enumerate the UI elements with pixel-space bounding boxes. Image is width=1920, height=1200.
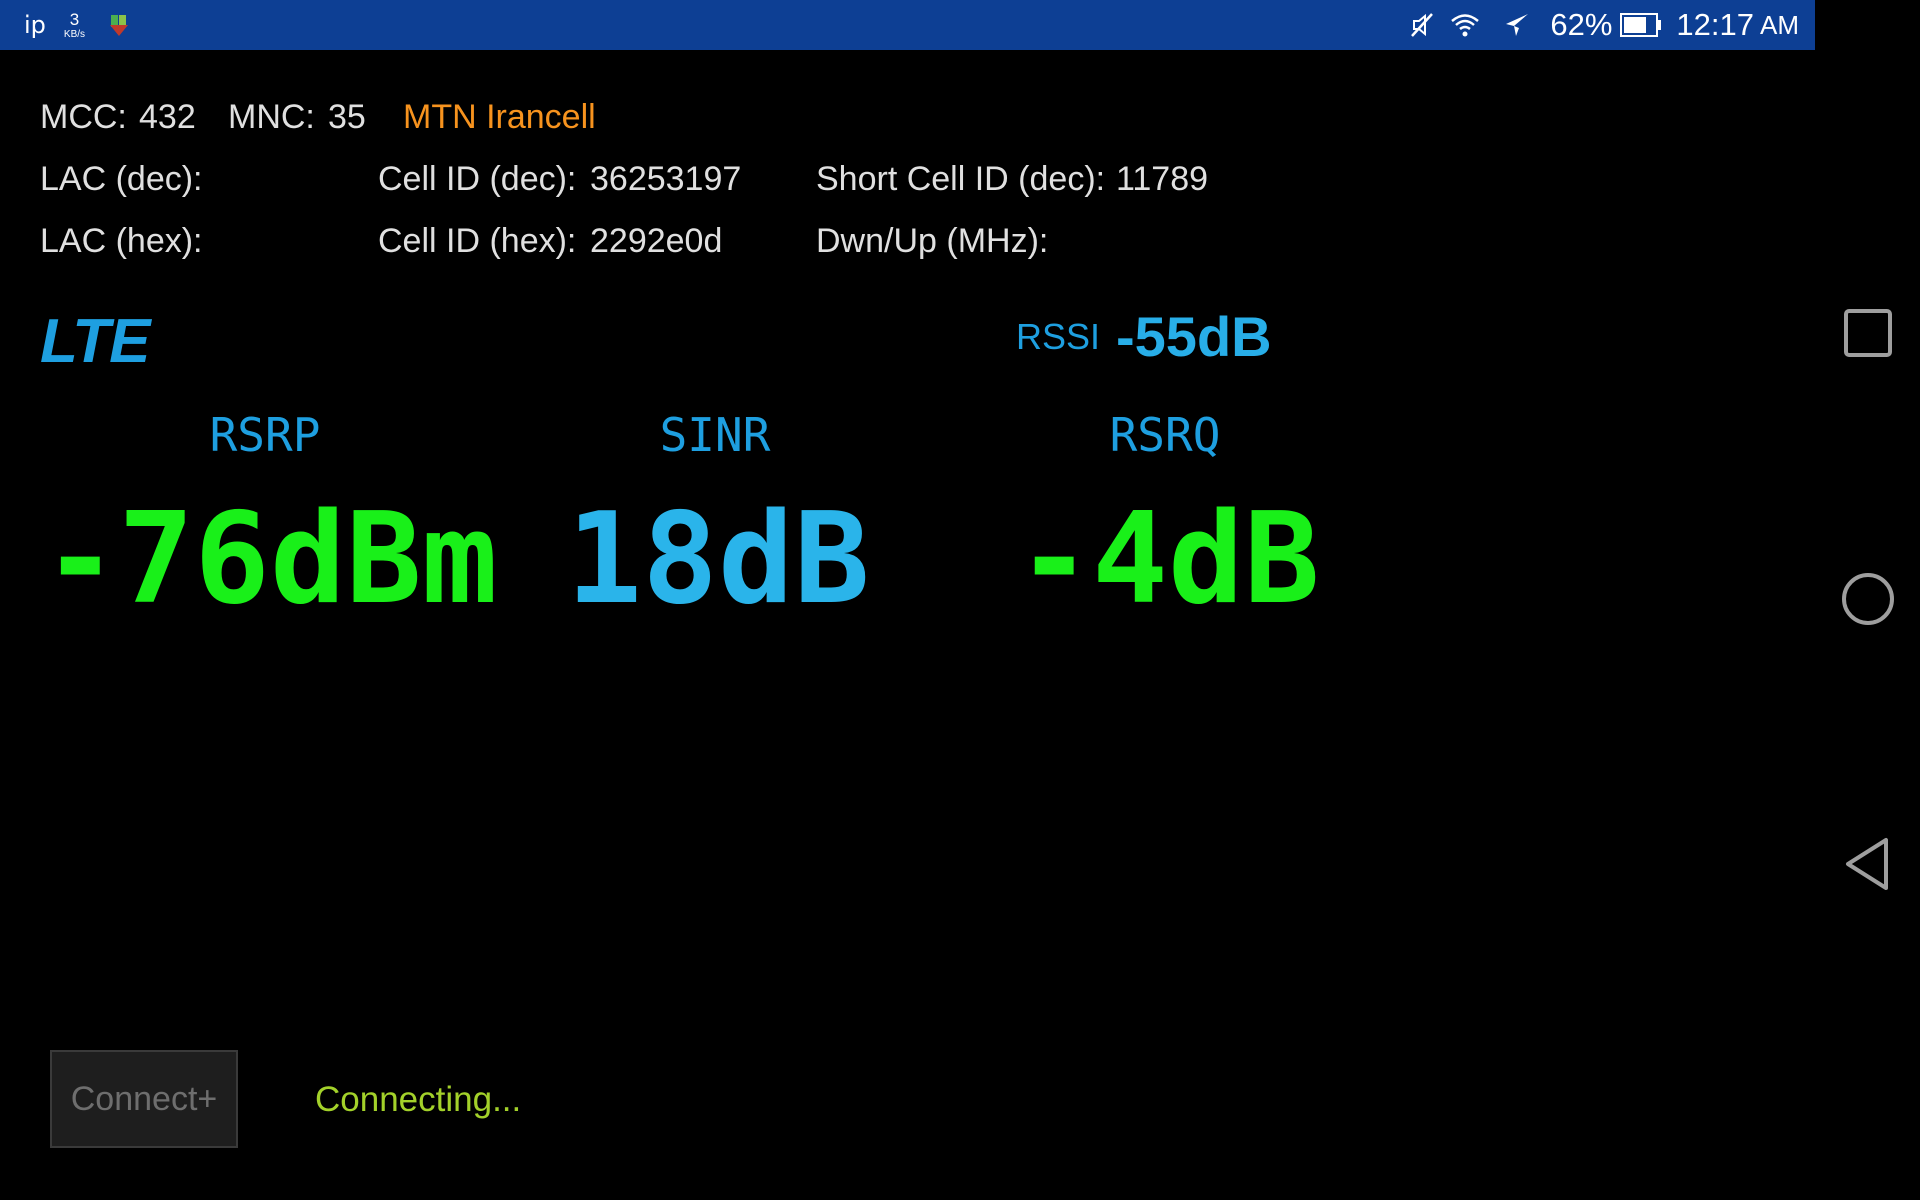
- battery-icon: [1620, 13, 1662, 37]
- operator-name: MTN Irancell: [403, 98, 596, 136]
- wifi-icon: [1451, 14, 1480, 37]
- mnc-value: 35: [328, 98, 366, 136]
- home-icon: [1842, 573, 1894, 625]
- rsrp-value: -76dBm: [42, 485, 498, 632]
- rssi-label: RSSI: [1016, 316, 1101, 357]
- rsrq-value: -4dB: [1016, 485, 1320, 632]
- technology-label: LTE: [40, 307, 150, 376]
- clock-ampm: AM: [1760, 9, 1799, 40]
- rsrp-label: RSRP: [209, 408, 321, 462]
- recents-icon: [1844, 309, 1892, 357]
- back-icon: [1846, 838, 1888, 890]
- lac-dec-label: LAC (dec):: [40, 160, 203, 198]
- status-bar-right: 62% 12:17 AM: [1396, 0, 1799, 50]
- mnc-label: MNC:: [228, 98, 315, 136]
- battery-percent: 62%: [1550, 7, 1613, 42]
- cellid-dec-value: 36253197: [590, 160, 742, 198]
- connection-status: Connecting...: [315, 1080, 522, 1119]
- cellid-hex-value: 2292e0d: [590, 222, 723, 260]
- back-button[interactable]: [1833, 829, 1903, 899]
- rsrq-label: RSRQ: [1109, 408, 1221, 462]
- cellid-dec-label: Cell ID (dec):: [378, 160, 577, 198]
- status-bar-left: ip 3 KB/s: [24, 0, 133, 50]
- cellid-hex-label: Cell ID (hex):: [378, 222, 577, 260]
- network-speed-unit: KB/s: [63, 28, 86, 40]
- ip-indicator: ip: [24, 11, 46, 39]
- navigation-bar: [1815, 0, 1920, 1200]
- rssi-value: -55dB: [1116, 305, 1272, 368]
- network-speed-value: 3: [69, 9, 80, 29]
- mcc-label: MCC:: [40, 98, 127, 136]
- sinr-value: 18dB: [566, 485, 870, 632]
- mute-icon: [1411, 13, 1434, 37]
- airplane-icon: [1506, 14, 1529, 36]
- screen: ip 3 KB/s 62% 12:17 AM MCC: 432 MNC: 35 …: [0, 0, 1920, 1200]
- app-notification-icon: [110, 15, 129, 36]
- connect-button[interactable]: Connect+: [50, 1050, 238, 1148]
- mcc-value: 432: [139, 98, 196, 136]
- dwnup-label: Dwn/Up (MHz):: [816, 222, 1049, 260]
- lac-hex-label: LAC (hex):: [40, 222, 203, 260]
- clock: 12:17: [1676, 7, 1754, 42]
- short-cellid-value: 11789: [1116, 160, 1209, 198]
- recents-button[interactable]: [1833, 298, 1903, 368]
- network-speed: 3 KB/s: [64, 11, 85, 40]
- short-cellid-label: Short Cell ID (dec):: [816, 160, 1106, 198]
- sinr-label: SINR: [659, 408, 771, 462]
- status-bar: ip 3 KB/s 62% 12:17 AM: [0, 0, 1815, 50]
- home-button[interactable]: [1833, 564, 1903, 634]
